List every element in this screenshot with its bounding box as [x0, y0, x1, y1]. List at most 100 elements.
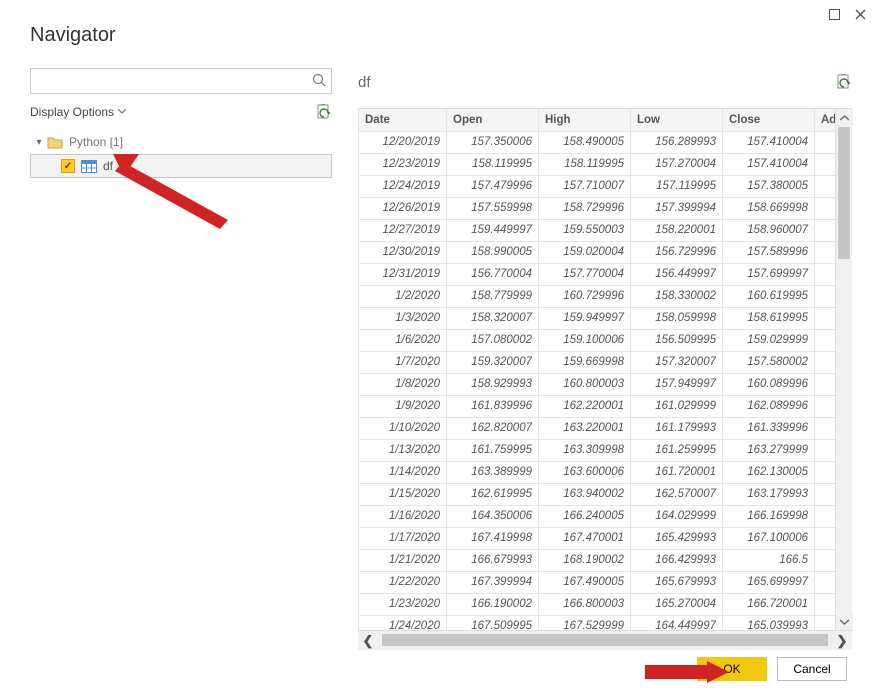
- cell-value: 162.089996: [723, 395, 815, 417]
- table-row[interactable]: 12/26/2019157.559998158.729996157.399994…: [359, 197, 836, 219]
- scroll-thumb[interactable]: [382, 634, 828, 646]
- cell-value: 158.330002: [631, 285, 723, 307]
- cell-value: 166.800003: [539, 593, 631, 615]
- table-row[interactable]: 1/9/2020161.839996162.220001161.02999916…: [359, 395, 836, 417]
- cell-value: 160.800003: [539, 373, 631, 395]
- cell-value: 167.419998: [447, 527, 539, 549]
- scroll-thumb[interactable]: [838, 127, 850, 259]
- table-row[interactable]: 1/3/2020158.320007159.949997158.05999815…: [359, 307, 836, 329]
- cell-date: 1/7/2020: [359, 351, 447, 373]
- cell-value: 157.119995: [631, 175, 723, 197]
- cell-value: 160.619995: [723, 285, 815, 307]
- cell-value: [815, 241, 836, 263]
- cell-value: 163.309998: [539, 439, 631, 461]
- table-row[interactable]: 12/24/2019157.479996157.710007157.119995…: [359, 175, 836, 197]
- ok-button[interactable]: OK: [697, 657, 767, 681]
- cell-value: [815, 593, 836, 615]
- cell-value: 157.270004: [631, 153, 723, 175]
- cell-value: 158.960007: [723, 219, 815, 241]
- table-row[interactable]: 12/30/2019158.990005159.020004156.729996…: [359, 241, 836, 263]
- table-row[interactable]: 12/27/2019159.449997159.550003158.220001…: [359, 219, 836, 241]
- table-row[interactable]: 1/23/2020166.190002166.800003165.2700041…: [359, 593, 836, 615]
- cell-value: 157.320007: [631, 351, 723, 373]
- scroll-up-button[interactable]: [836, 109, 853, 126]
- cell-value: 167.100006: [723, 527, 815, 549]
- scroll-left-button[interactable]: ❮: [358, 631, 378, 651]
- tree-item-df[interactable]: ✓ df: [30, 154, 332, 178]
- cell-value: 159.020004: [539, 241, 631, 263]
- cell-value: 161.029999: [631, 395, 723, 417]
- cell-value: 168.190002: [539, 549, 631, 571]
- cell-value: 158.119995: [539, 153, 631, 175]
- cell-value: 158.779999: [447, 285, 539, 307]
- table-row[interactable]: 1/15/2020162.619995163.940002162.5700071…: [359, 483, 836, 505]
- cell-value: 157.580002: [723, 351, 815, 373]
- cell-value: 158.990005: [447, 241, 539, 263]
- cell-value: 157.589996: [723, 241, 815, 263]
- cell-value: 161.839996: [447, 395, 539, 417]
- cell-value: [815, 131, 836, 153]
- table-row[interactable]: 1/22/2020167.399994167.490005165.6799931…: [359, 571, 836, 593]
- display-options-dropdown[interactable]: Display Options: [30, 105, 126, 119]
- table-row[interactable]: 1/7/2020159.320007159.669998157.32000715…: [359, 351, 836, 373]
- tree-checkbox[interactable]: ✓: [61, 159, 75, 173]
- cell-value: 159.949997: [539, 307, 631, 329]
- cell-value: 163.279999: [723, 439, 815, 461]
- cell-date: 1/14/2020: [359, 461, 447, 483]
- cell-value: 166.169998: [723, 505, 815, 527]
- column-header[interactable]: Close: [723, 109, 815, 131]
- table-row[interactable]: 1/6/2020157.080002159.100006156.50999515…: [359, 329, 836, 351]
- tree-item-label: df: [103, 159, 113, 173]
- table-row[interactable]: 1/10/2020162.820007163.220001161.1799931…: [359, 417, 836, 439]
- cell-value: [815, 307, 836, 329]
- refresh-icon[interactable]: [316, 104, 332, 120]
- table-row[interactable]: 12/31/2019156.770004157.770004156.449997…: [359, 263, 836, 285]
- search-input[interactable]: [30, 68, 332, 94]
- maximize-button[interactable]: [821, 4, 847, 24]
- preview-refresh-icon[interactable]: [836, 74, 852, 90]
- cell-value: 162.220001: [539, 395, 631, 417]
- search-icon[interactable]: [312, 73, 326, 87]
- table-row[interactable]: 1/13/2020161.759995163.309998161.2599951…: [359, 439, 836, 461]
- scroll-right-button[interactable]: ❯: [832, 631, 852, 651]
- cell-value: 167.490005: [539, 571, 631, 593]
- table-row[interactable]: 1/8/2020158.929993160.800003157.94999716…: [359, 373, 836, 395]
- column-header[interactable]: Adj Close: [815, 109, 836, 131]
- cell-value: 165.039993: [723, 615, 815, 630]
- cell-value: 163.940002: [539, 483, 631, 505]
- cell-date: 12/26/2019: [359, 197, 447, 219]
- cell-value: 157.380005: [723, 175, 815, 197]
- table-row[interactable]: 1/16/2020164.350006166.240005164.0299991…: [359, 505, 836, 527]
- table-row[interactable]: 1/24/2020167.509995167.529999164.4499971…: [359, 615, 836, 630]
- expander-icon[interactable]: ▾: [34, 137, 44, 148]
- column-header[interactable]: Date: [359, 109, 447, 131]
- scroll-down-button[interactable]: [836, 613, 853, 630]
- cell-value: 164.029999: [631, 505, 723, 527]
- cell-date: 1/22/2020: [359, 571, 447, 593]
- vertical-scrollbar[interactable]: [835, 109, 852, 630]
- cell-value: 158.220001: [631, 219, 723, 241]
- column-header[interactable]: Low: [631, 109, 723, 131]
- cell-date: 1/3/2020: [359, 307, 447, 329]
- cell-value: 158.119995: [447, 153, 539, 175]
- cell-value: 158.619995: [723, 307, 815, 329]
- table-row[interactable]: 1/2/2020158.779999160.729996158.33000216…: [359, 285, 836, 307]
- tree-root-item[interactable]: ▾ Python [1]: [30, 130, 332, 154]
- table-row[interactable]: 12/23/2019158.119995158.119995157.270004…: [359, 153, 836, 175]
- cell-date: 1/10/2020: [359, 417, 447, 439]
- table-row[interactable]: 1/21/2020166.679993168.190002166.4299931…: [359, 549, 836, 571]
- table-row[interactable]: 1/17/2020167.419998167.470001165.4299931…: [359, 527, 836, 549]
- cell-value: 158.729996: [539, 197, 631, 219]
- data-preview-table: Date Open High Low Close Adj Close 12/20…: [358, 109, 835, 630]
- cell-value: 156.509995: [631, 329, 723, 351]
- cell-date: 1/8/2020: [359, 373, 447, 395]
- cell-value: [815, 461, 836, 483]
- table-row[interactable]: 12/20/2019157.350006158.490005156.289993…: [359, 131, 836, 153]
- cell-value: [815, 395, 836, 417]
- column-header[interactable]: Open: [447, 109, 539, 131]
- cancel-button[interactable]: Cancel: [777, 657, 847, 681]
- close-button[interactable]: [847, 4, 873, 24]
- horizontal-scrollbar[interactable]: ❮ ❯: [358, 630, 852, 650]
- column-header[interactable]: High: [539, 109, 631, 131]
- table-row[interactable]: 1/14/2020163.389999163.600006161.7200011…: [359, 461, 836, 483]
